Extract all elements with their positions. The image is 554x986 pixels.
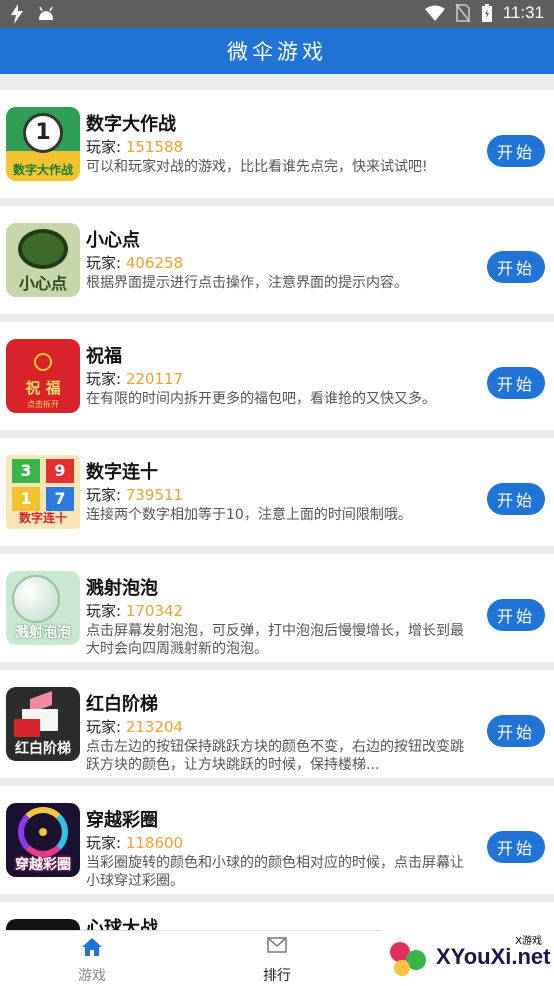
page-title: 微伞游戏 — [227, 40, 327, 64]
start-button[interactable]: 开始 — [487, 599, 545, 631]
game-description: 当彩圈旋转的颜色和小球的的颜色相对应的时候，点击屏幕让小球穿过彩圈。 — [86, 855, 464, 889]
tab-ranking[interactable]: 排行 — [217, 931, 337, 986]
game-description: 点击屏幕发射泡泡，可反弹，打中泡泡后慢慢增长，增长到最大时会向四周溅射新的泡泡。 — [86, 623, 464, 657]
thumb-label: 溅射泡泡 — [15, 625, 71, 641]
thumb-label: 穿越彩圈 — [15, 857, 71, 873]
mail-icon — [267, 937, 287, 953]
android-icon — [39, 6, 53, 20]
game-thumbnail — [6, 919, 80, 930]
game-thumbnail: 红白阶梯 — [6, 687, 80, 761]
tab-label: 游戏 — [78, 968, 106, 984]
game-name: 红白阶梯 — [86, 694, 158, 715]
start-button[interactable]: 开始 — [487, 135, 545, 167]
watermark-text: XYouXi.net — [436, 944, 551, 969]
game-description: 在有限的时间内拆开更多的福包吧，看谁抢的又快又多。 — [86, 391, 436, 407]
game-thumbnail: 小心点 — [6, 223, 80, 297]
thumb-label: 祝 福 — [25, 379, 61, 397]
no-sim-icon — [455, 3, 471, 23]
game-item[interactable]: 3 9 1 7 数字连十 数字连十 玩家: 739511 连接两个数字相加等于1… — [0, 438, 554, 546]
game-thumbnail: 1 数字大作战 — [6, 107, 80, 181]
tab-label: 排行 — [263, 968, 291, 984]
game-thumbnail: 3 9 1 7 数字连十 — [6, 455, 80, 529]
player-count: 玩家: 406258 — [86, 254, 184, 272]
player-count: 玩家: 170342 — [86, 602, 184, 620]
game-description: 根据界面提示进行点击操作，注意界面的提示内容。 — [86, 275, 408, 291]
game-item[interactable]: 1 数字大作战 数字大作战 玩家: 151588 可以和玩家对战的游戏，比比看谁… — [0, 90, 554, 198]
system-icons: 11:31 — [424, 3, 544, 23]
game-description: 可以和玩家对战的游戏，比比看谁先点完，快来试试吧! — [86, 159, 428, 175]
status-bar: 11:31 — [0, 0, 554, 28]
thumb-label: 数字连十 — [18, 511, 67, 525]
site-watermark: X游戏 XYouXi.net — [382, 930, 554, 986]
battery-icon — [481, 4, 492, 22]
notification-icons — [10, 4, 56, 24]
thumb-label: 小心点 — [18, 274, 67, 293]
game-thumbnail: 溅射泡泡 — [6, 571, 80, 645]
game-thumbnail: 祝 福 点击拆开 — [6, 339, 80, 413]
game-list[interactable]: 1 数字大作战 数字大作战 玩家: 151588 可以和玩家对战的游戏，比比看谁… — [0, 82, 554, 930]
game-name: 穿越彩圈 — [86, 810, 158, 831]
game-name: 小心点 — [86, 230, 140, 251]
player-count: 玩家: 220117 — [86, 370, 184, 388]
start-button[interactable]: 开始 — [487, 831, 545, 863]
game-thumbnail: 穿越彩圈 — [6, 803, 80, 877]
game-description: 连接两个数字相加等于10，注意上面的时间限制哦。 — [86, 507, 412, 523]
start-button[interactable]: 开始 — [487, 367, 545, 399]
flash-icon — [11, 4, 23, 24]
thumb-label: 数字大作战 — [12, 163, 73, 177]
thumb-sublabel: 点击拆开 — [27, 400, 59, 409]
start-button[interactable]: 开始 — [487, 715, 545, 747]
home-icon — [82, 938, 102, 956]
thumb-label: 红白阶梯 — [15, 741, 71, 757]
game-name: 心球大战 — [86, 918, 158, 930]
game-name: 数字连十 — [86, 462, 158, 483]
game-name: 数字大作战 — [86, 114, 176, 135]
game-description: 点击左边的按钮保持跳跃方块的颜色不变，右边的按钮改变跳跃方块的颜色，让方块跳跃的… — [86, 739, 464, 773]
game-item[interactable]: 穿越彩圈 穿越彩圈 玩家: 118600 当彩圈旋转的颜色和小球的的颜色相对应的… — [0, 786, 554, 894]
game-name: 溅射泡泡 — [86, 578, 158, 599]
game-item[interactable]: 红白阶梯 红白阶梯 玩家: 213204 点击左边的按钮保持跳跃方块的颜色不变，… — [0, 670, 554, 778]
clock: 11:31 — [502, 3, 544, 22]
player-count: 玩家: 118600 — [86, 834, 184, 852]
app-header: 微伞游戏 — [0, 28, 554, 74]
player-count: 玩家: 739511 — [86, 486, 184, 504]
tab-games[interactable]: 游戏 — [32, 931, 152, 986]
game-item[interactable]: 溅射泡泡 溅射泡泡 玩家: 170342 点击屏幕发射泡泡，可反弹，打中泡泡后慢… — [0, 554, 554, 662]
start-button[interactable]: 开始 — [487, 483, 545, 515]
game-item[interactable]: 心球大战 — [0, 902, 554, 930]
player-count: 玩家: 151588 — [86, 138, 184, 156]
gamepad-icon — [390, 942, 426, 976]
player-count: 玩家: 213204 — [86, 718, 184, 736]
wifi-icon — [424, 5, 445, 21]
start-button[interactable]: 开始 — [487, 251, 545, 283]
game-item[interactable]: 祝 福 点击拆开 祝福 玩家: 220117 在有限的时间内拆开更多的福包吧，看… — [0, 322, 554, 430]
game-item[interactable]: 小心点 小心点 玩家: 406258 根据界面提示进行点击操作，注意界面的提示内… — [0, 206, 554, 314]
game-name: 祝福 — [86, 346, 122, 367]
thumb-number: 1 — [23, 113, 63, 153]
